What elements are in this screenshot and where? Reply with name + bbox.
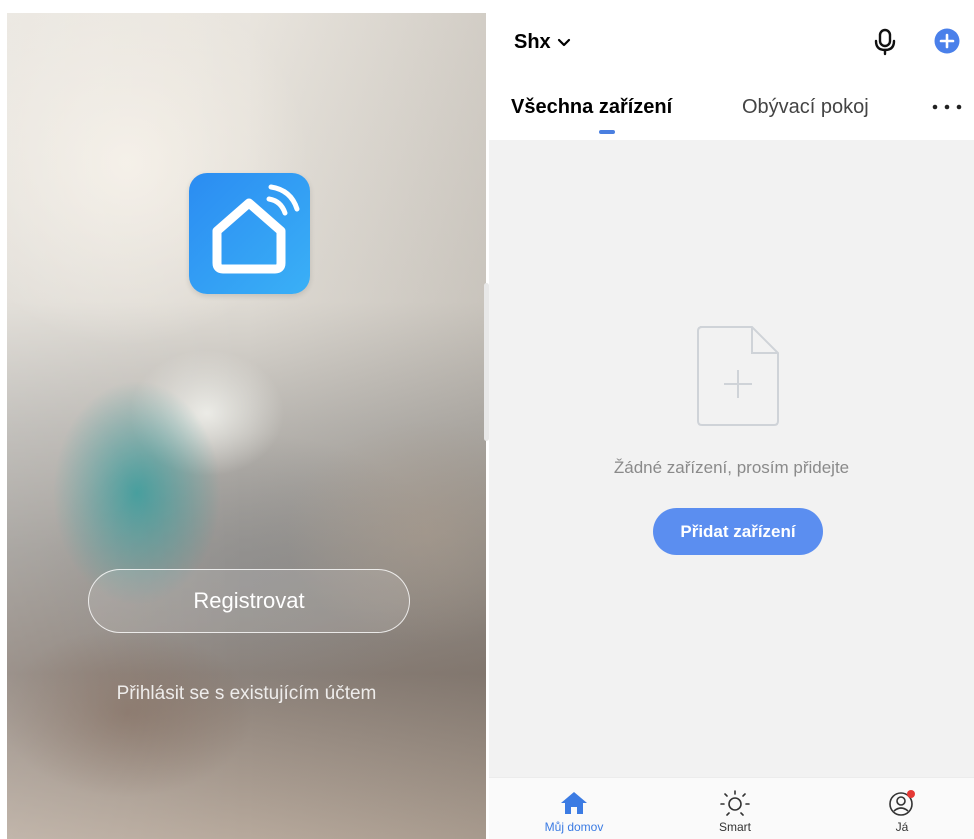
bottom-navigation: Můj domov Smart Já (489, 777, 974, 839)
chevron-down-icon (557, 38, 570, 46)
notification-badge (907, 790, 915, 798)
home-selector[interactable]: Shx (514, 31, 571, 54)
user-icon (889, 790, 915, 816)
more-horizontal-icon[interactable] (930, 102, 964, 112)
background-photo (7, 13, 486, 839)
login-existing-account-link[interactable]: Přihlásit se s existujícím účtem (7, 683, 486, 705)
home-screen: Shx Všechna zařízení Obývací pokoj Žádné… (489, 13, 974, 839)
nav-label: Můj domov (544, 820, 604, 834)
home-header: Shx Všechna zařízení Obývací pokoj (489, 13, 974, 140)
nav-label: Smart (718, 820, 751, 834)
login-screen: Registrovat Přihlásit se s existujícím ú… (7, 13, 486, 839)
home-name: Shx (514, 31, 551, 53)
nav-me[interactable]: Já (852, 778, 952, 839)
plus-circle-icon[interactable] (934, 28, 960, 54)
add-device-button[interactable]: Přidat zařízení (653, 508, 823, 555)
sun-icon (720, 790, 750, 816)
register-button[interactable]: Registrovat (88, 569, 410, 633)
nav-my-home[interactable]: Můj domov (524, 778, 624, 839)
nav-label: Já (895, 820, 909, 834)
smart-home-wifi-icon (189, 173, 310, 294)
add-document-icon (697, 326, 779, 426)
tab-all-devices[interactable]: Všechna zařízení (511, 96, 672, 119)
microphone-icon[interactable] (872, 28, 898, 56)
tab-living-room[interactable]: Obývací pokoj (742, 96, 869, 119)
active-tab-indicator (599, 130, 615, 134)
nav-smart[interactable]: Smart (685, 778, 785, 839)
empty-state-message: Žádné zařízení, prosím přidejte (613, 458, 850, 477)
home-icon (561, 792, 587, 814)
